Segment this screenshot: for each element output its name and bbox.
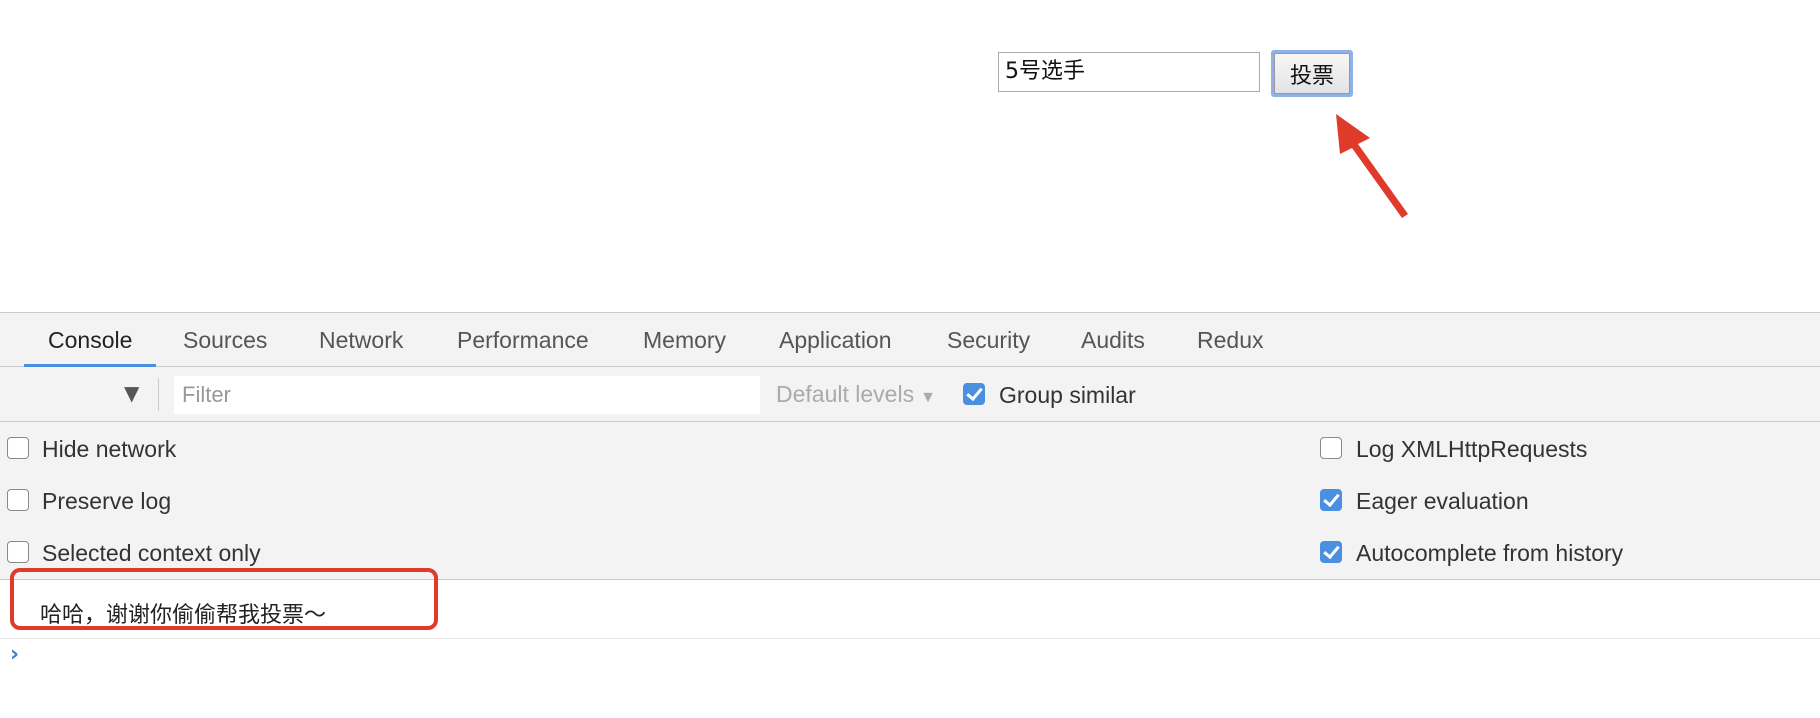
web-page: 5号选手 投票 xyxy=(0,0,1820,312)
log-xhr-label: Log XMLHttpRequests xyxy=(1356,436,1588,462)
default-levels-dropdown[interactable]: Default levels ▼ xyxy=(776,367,936,421)
tab-memory[interactable]: Memory xyxy=(643,313,726,367)
chevron-right-icon[interactable]: › xyxy=(10,642,19,667)
hide-network-checkbox[interactable] xyxy=(7,437,29,459)
filter-input[interactable]: Filter xyxy=(174,376,760,414)
toolbar-divider xyxy=(158,378,159,411)
autocomplete-history-label: Autocomplete from history xyxy=(1356,540,1624,566)
group-similar-checkbox[interactable] xyxy=(963,383,985,405)
log-xhr-checkbox[interactable] xyxy=(1320,437,1342,459)
hide-network-label: Hide network xyxy=(42,436,177,462)
vote-button-label: 投票 xyxy=(1274,53,1350,94)
selected-context-checkbox[interactable] xyxy=(7,541,29,563)
candidate-input[interactable]: 5号选手 xyxy=(998,52,1260,92)
tab-redux[interactable]: Redux xyxy=(1197,313,1263,367)
message-divider xyxy=(0,638,1820,639)
triangle-down-icon[interactable]: ▼ xyxy=(124,381,139,405)
tab-sources[interactable]: Sources xyxy=(183,313,267,367)
annotation-highlight-box xyxy=(10,568,438,630)
vote-button[interactable]: 投票 xyxy=(1271,50,1353,97)
default-levels-label: Default levels xyxy=(776,381,915,407)
eager-evaluation-checkbox[interactable] xyxy=(1320,489,1342,511)
devtools-panel: Console Sources Network Performance Memo… xyxy=(0,312,1820,718)
autocomplete-history-checkbox[interactable] xyxy=(1320,541,1342,563)
red-arrow-icon xyxy=(1336,114,1408,218)
console-toolbar: ▼ Filter Default levels ▼ Group similar xyxy=(0,367,1820,422)
tab-application[interactable]: Application xyxy=(779,313,892,367)
tab-performance[interactable]: Performance xyxy=(457,313,589,367)
console-settings: Hide network Preserve log Selected conte… xyxy=(0,422,1820,580)
caret-down-icon: ▼ xyxy=(920,389,936,406)
group-similar-label: Group similar xyxy=(999,382,1136,408)
tab-console[interactable]: Console xyxy=(23,313,157,367)
preserve-log-label: Preserve log xyxy=(42,488,172,514)
devtools-tabbar: Console Sources Network Performance Memo… xyxy=(0,312,1820,367)
preserve-log-checkbox[interactable] xyxy=(7,489,29,511)
tab-network[interactable]: Network xyxy=(319,313,403,367)
tab-audits[interactable]: Audits xyxy=(1081,313,1145,367)
tab-security[interactable]: Security xyxy=(947,313,1030,367)
selected-context-label: Selected context only xyxy=(42,540,261,566)
eager-evaluation-label: Eager evaluation xyxy=(1356,488,1529,514)
